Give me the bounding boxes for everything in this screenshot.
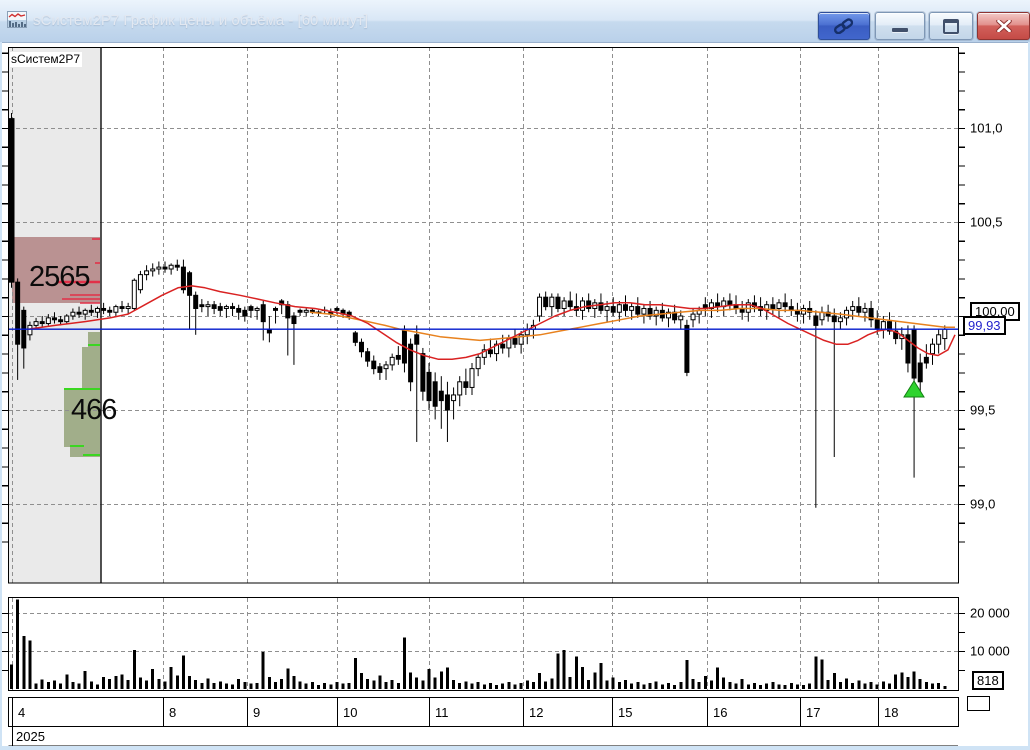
time-axis[interactable] [9,697,958,746]
chain-link-icon [834,18,854,34]
window-title: sСистем2Р7 График цены и объёма - [60 ми… [33,12,369,29]
restore-icon [943,18,959,34]
instrument-label: sСистем2Р7 [10,52,83,67]
link-window-button[interactable] [818,12,870,40]
window-border-left [0,42,2,750]
profile-upper-value: 2565 [29,261,91,293]
close-button[interactable] [977,12,1030,40]
volume-axis-label: 20 000 [970,606,1010,621]
price-pane[interactable] [9,47,958,583]
minimize-button[interactable] [875,12,925,40]
axis-corner-box [966,695,991,712]
minimize-icon [892,28,908,32]
volume-axis-label: 10 000 [970,644,1010,659]
last-price-box: 99,93 [963,316,1006,335]
title-bar[interactable]: sСистем2Р7 График цены и объёма - [60 ми… [0,0,1030,43]
profile-lower-value: 466 [71,394,117,426]
restore-button[interactable] [929,12,973,40]
chart-canvas: 101,0100,599,599,020 00010 0004891011121… [2,46,1010,747]
year-label: 2025 [16,729,45,744]
application-window: 101,0100,599,599,020 00010 0004891011121… [0,0,1030,750]
volume-pane[interactable] [9,598,958,691]
last-volume-box: 818 [972,671,1004,690]
app-icon [7,11,27,28]
window-border-bottom [0,746,1030,750]
close-icon [995,20,1012,32]
